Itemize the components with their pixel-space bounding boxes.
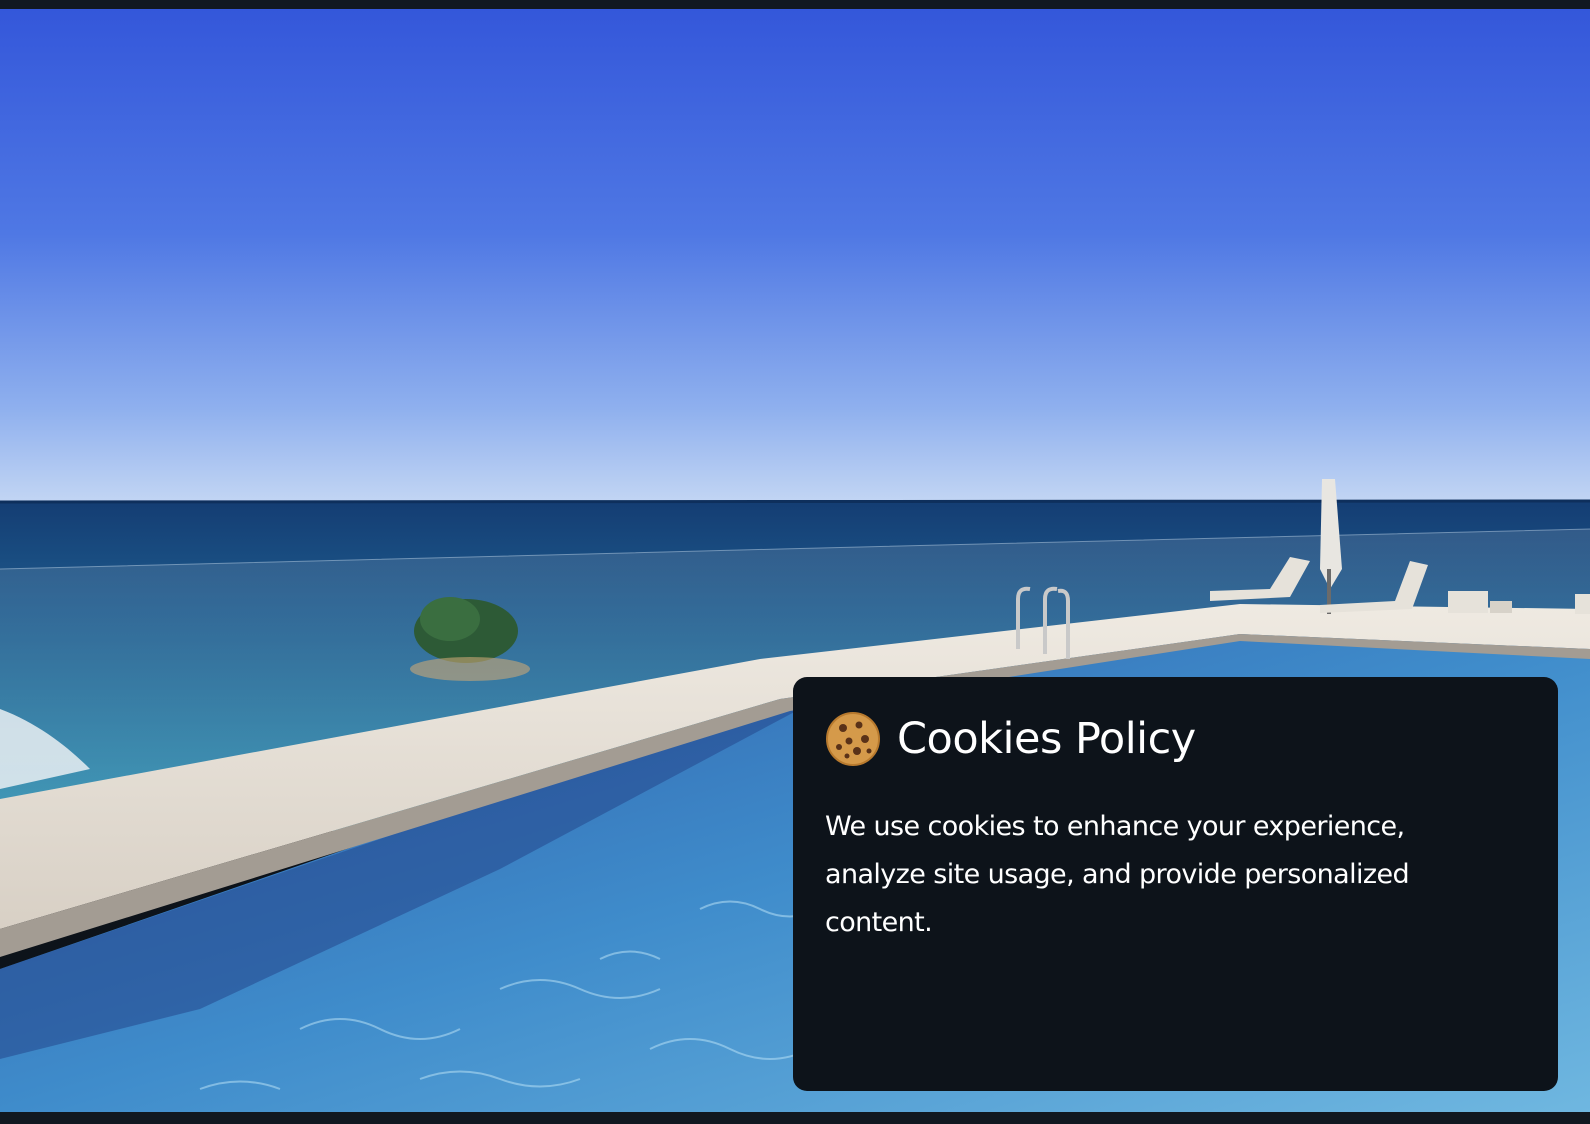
cookie-dialog-message: We use cookies to enhance your experienc… [825,811,1410,938]
cookie-icon [825,711,881,767]
cookie-consent-dialog: Cookies Policy We use cookies to enhance… [793,677,1558,1091]
cookie-dialog-header: Cookies Policy [825,711,1526,767]
bottom-bar [0,1112,1590,1124]
page-frame: Cookies Policy We use cookies to enhance… [0,0,1590,1124]
top-bar [0,0,1590,9]
cookie-dialog-title: Cookies Policy [897,714,1196,764]
